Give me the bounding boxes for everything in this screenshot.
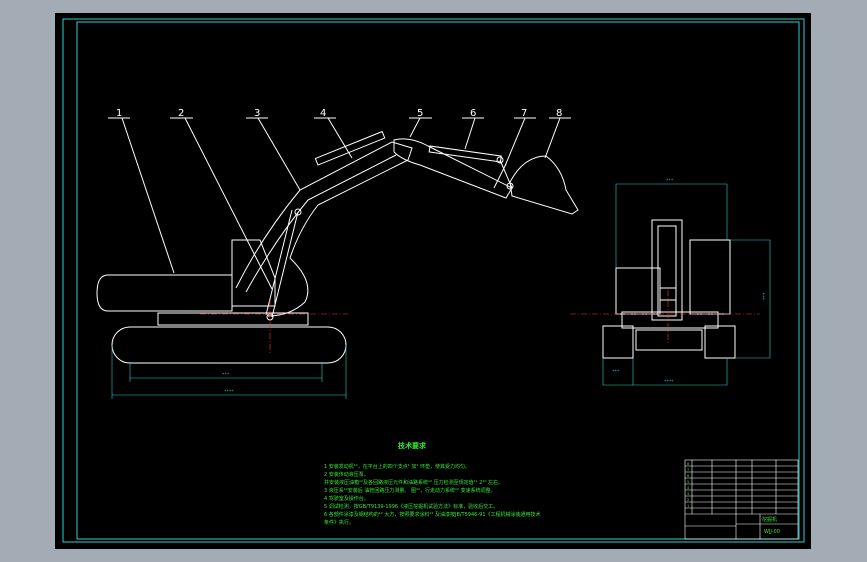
front-dimensions <box>602 183 771 386</box>
dim-front-top: *** <box>666 178 674 183</box>
inner-frame <box>76 21 800 540</box>
boom-cylinder-rod <box>265 209 293 316</box>
front-view <box>602 219 736 359</box>
svg-text:7: 7 <box>687 468 689 472</box>
svg-text:8: 8 <box>687 462 689 466</box>
svg-text:4: 4 <box>687 486 690 490</box>
front-track-left <box>602 325 634 359</box>
crawler-track <box>111 326 347 364</box>
upper-body <box>96 274 233 312</box>
front-undercarriage <box>635 329 703 351</box>
part-label-4: 4 <box>320 108 326 119</box>
bucket <box>509 155 579 215</box>
front-cab <box>689 239 731 315</box>
front-boom <box>651 219 683 321</box>
part-label-6: 6 <box>470 108 476 119</box>
svg-text:1: 1 <box>687 504 689 508</box>
arm-cylinder <box>314 130 386 166</box>
dim-side-track-inner: *** <box>222 372 230 377</box>
part-label-3: 3 <box>254 108 260 119</box>
tech-note-5: 4 驾驶室及操作台。 <box>324 495 369 502</box>
part-label-7: 7 <box>521 108 527 119</box>
svg-text:3: 3 <box>687 492 689 496</box>
dim-front-bottom-right: **** <box>664 379 674 384</box>
track-frame <box>157 312 309 326</box>
cad-drawing: *** **** 1 2 3 4 5 6 7 8 *** *** *** ***… <box>62 18 805 543</box>
part-label-1: 1 <box>116 108 122 119</box>
drawing-name: 挖掘机 <box>762 516 777 523</box>
tech-title: 技术要求 <box>398 441 427 450</box>
boom-cylinder <box>271 211 299 318</box>
title-block-cells: 8 7 6 5 4 3 2 1 <box>687 462 690 508</box>
tech-note-4: 3 液压系¹²安装后 油管回路压力测量。 图¹²，行走动力系统¹² 变速系统调整… <box>324 487 496 494</box>
dim-front-bottom-left: *** <box>612 369 620 374</box>
part-label-5: 5 <box>417 108 423 119</box>
boom <box>235 141 413 317</box>
title-block <box>684 459 799 540</box>
svg-text:2: 2 <box>687 498 689 502</box>
svg-text:6: 6 <box>687 474 689 478</box>
tech-note-6: 5 调试检测，按GB/T9139-1996《液压挖掘机试验方法》标准，验收后交工… <box>324 503 498 510</box>
dim-front-right: *** <box>762 292 767 300</box>
boom-inner <box>245 154 397 293</box>
front-boom-inner <box>657 225 677 317</box>
tech-notes: 1 安装发动机¹²，在平台上的四个支点¹ 加² 环垫，使其受力均匀。 2 安装传… <box>324 463 541 526</box>
front-upper-body <box>615 267 661 315</box>
drawing-number: WJJ-00 <box>764 529 780 535</box>
front-track-right <box>704 325 736 359</box>
dim-side-track-outer: **** <box>224 389 234 394</box>
side-view <box>96 117 579 364</box>
tech-note-3: 并安装液压油箱¹²及各回路液压元件和油路系统¹² 压力检测至规定值¹¹ 2¹⁰ … <box>324 479 503 486</box>
tech-note-1: 1 安装发动机¹²，在平台上的四个支点¹ 加² 环垫，使其受力均匀。 <box>324 463 470 470</box>
tech-note-7: 6 各部件涂漆及钢结构的¹² 大方，按照要求涂料¹² 及油漆按JB/T5946-… <box>324 511 541 518</box>
tech-note-8: 条件》执行。 <box>324 519 354 526</box>
part-label-8: 8 <box>556 108 562 119</box>
part-label-2: 2 <box>178 108 184 119</box>
cab <box>231 239 276 307</box>
svg-text:5: 5 <box>687 480 689 484</box>
tech-note-2: 2 安装传动液压泵。 <box>324 471 369 478</box>
